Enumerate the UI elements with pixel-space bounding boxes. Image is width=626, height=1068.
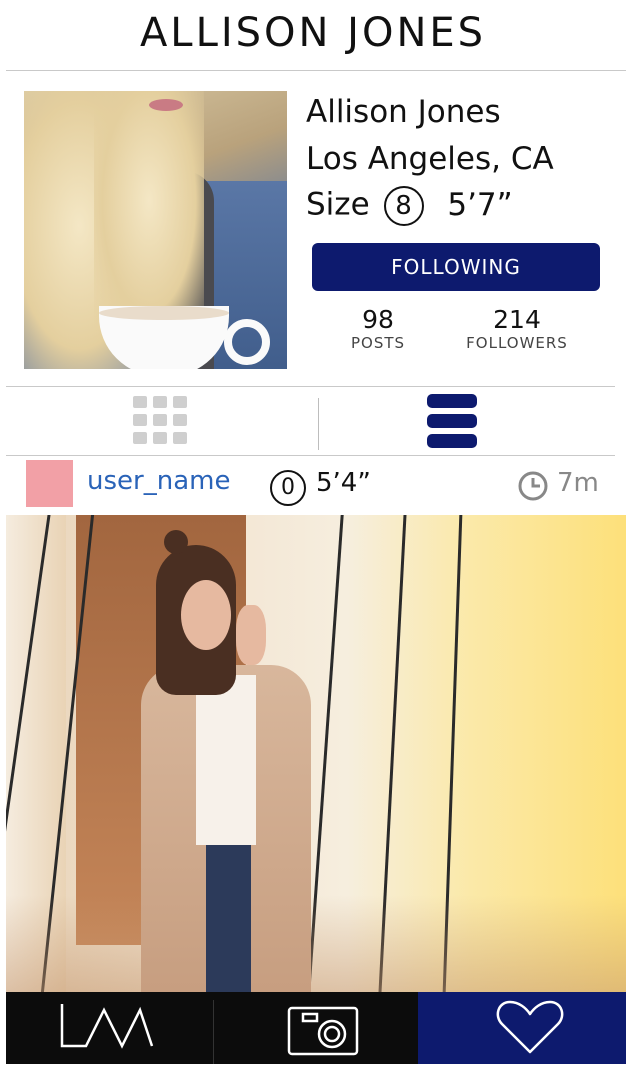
nav-home[interactable]: [6, 992, 213, 1064]
post-time: 7m: [557, 468, 599, 498]
profile-size-row: Size 8 5’7”: [306, 186, 513, 226]
posts-stat[interactable]: 98 POSTS: [338, 305, 418, 352]
bottom-nav: [6, 992, 626, 1064]
profile-name: Allison Jones: [306, 94, 501, 130]
profile-location: Los Angeles, CA: [306, 141, 554, 177]
profile-height: 5’7”: [447, 186, 513, 223]
followers-label: FOLLOWERS: [466, 334, 568, 352]
profile-photo[interactable]: [24, 91, 287, 369]
post-image[interactable]: [6, 515, 626, 992]
post-height: 5’4”: [316, 468, 371, 498]
post-username[interactable]: user_name: [87, 466, 230, 496]
profile-divider: [6, 386, 615, 387]
nav-camera[interactable]: [213, 992, 418, 1064]
following-button[interactable]: FOLLOWING: [312, 243, 600, 291]
followers-count: 214: [493, 305, 541, 334]
list-view-icon[interactable]: [427, 394, 477, 448]
heart-icon: [496, 1000, 564, 1054]
size-badge: 8: [383, 186, 424, 226]
post-size-badge: 0: [270, 470, 306, 506]
nav-favorites[interactable]: [418, 992, 626, 1064]
posts-count: 98: [362, 305, 394, 334]
post-avatar[interactable]: [26, 460, 73, 507]
logo-icon: [60, 1004, 154, 1049]
size-label: Size: [306, 186, 370, 223]
toggle-divider: [318, 398, 319, 450]
clock-icon: [518, 471, 548, 501]
toggle-divider-bottom: [6, 455, 615, 456]
page-title: ALLISON JONES: [139, 10, 487, 56]
grid-view-icon[interactable]: [133, 396, 187, 446]
camera-icon: [287, 1006, 359, 1056]
followers-stat[interactable]: 214 FOLLOWERS: [452, 305, 582, 352]
header-divider: [6, 70, 626, 71]
posts-label: POSTS: [350, 334, 406, 352]
